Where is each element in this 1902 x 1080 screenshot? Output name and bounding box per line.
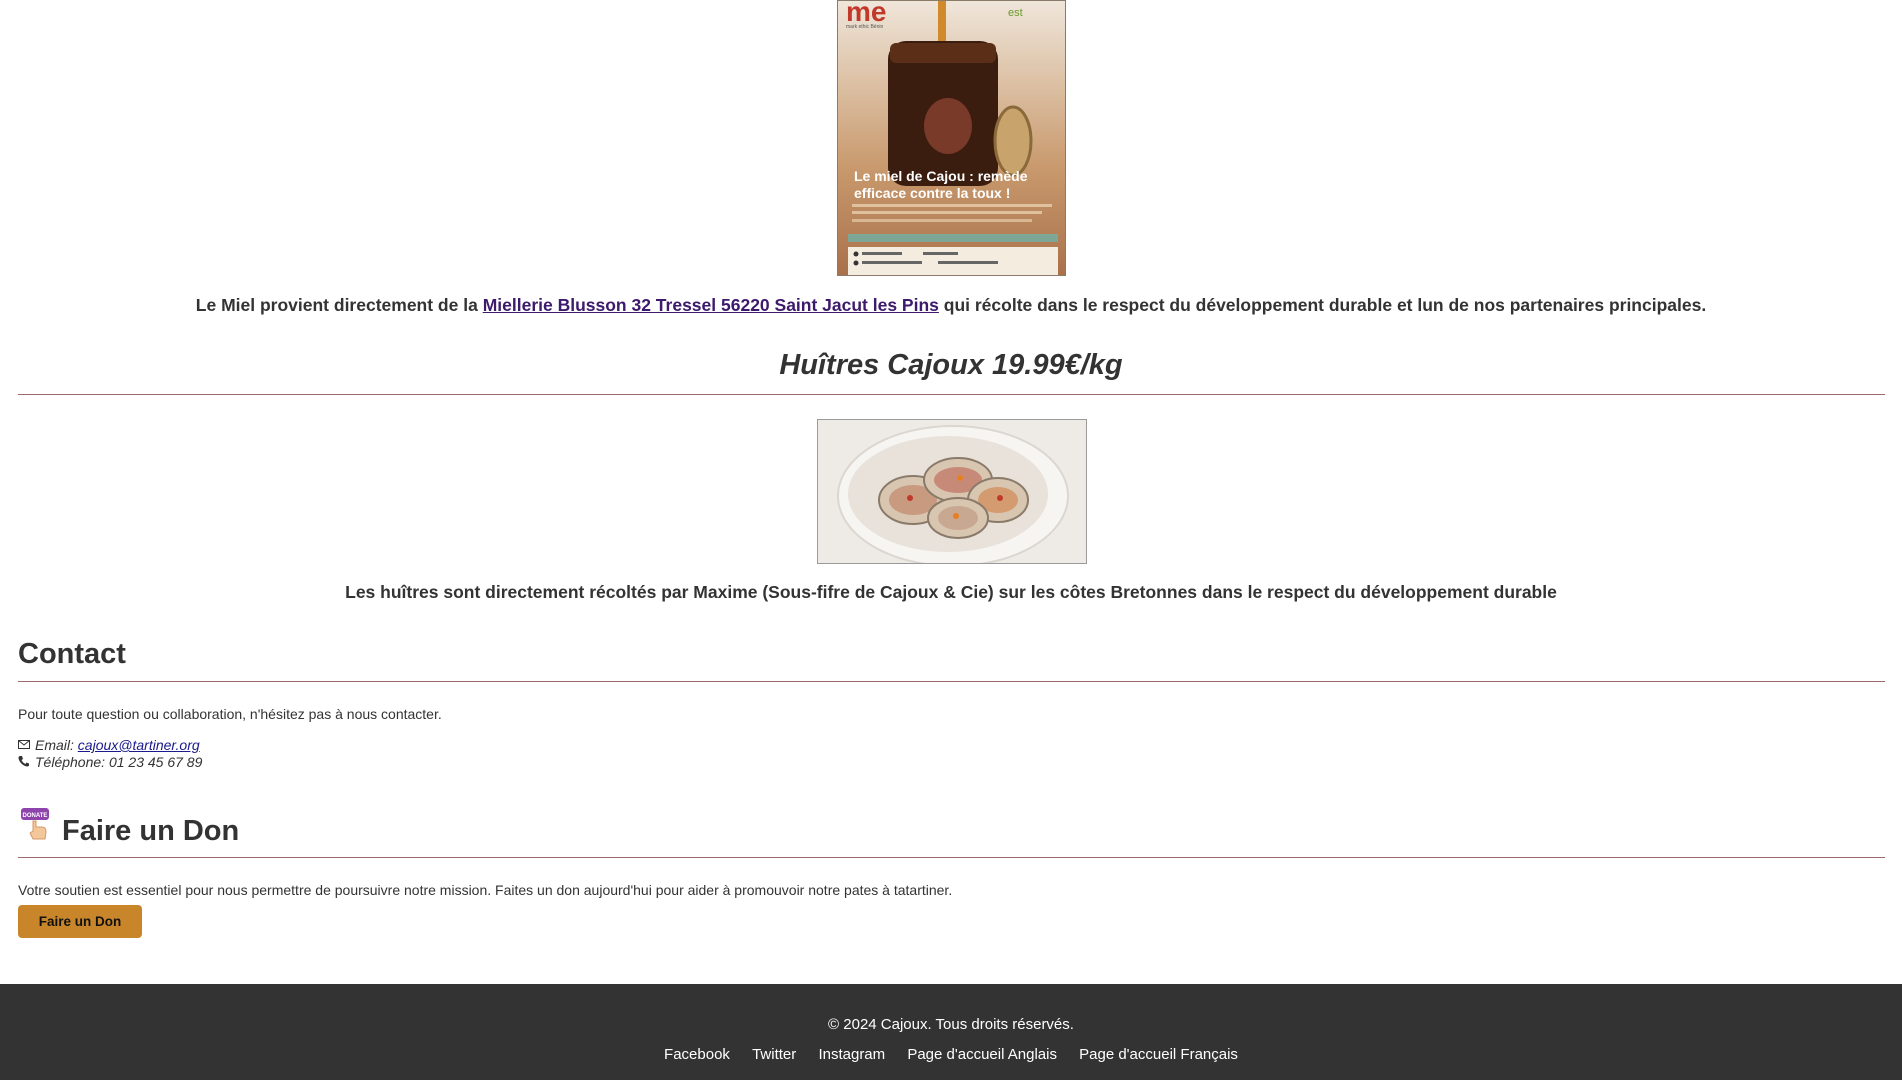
email-line: Email: cajoux@tartiner.org — [18, 737, 200, 753]
honey-caption-text-end: qui récolte dans le respect du développe… — [938, 295, 1707, 315]
phone-icon — [18, 754, 30, 770]
footer: © 2024 Cajoux. Tous droits réservés. Fac… — [0, 984, 1902, 1080]
footer-links: Facebook Twitter Instagram Page d'accuei… — [0, 1046, 1902, 1063]
poster-brand-small: mark ethic Bénin — [846, 24, 883, 30]
footer-link-instagram[interactable]: Instagram — [818, 1046, 885, 1063]
miellerie-link[interactable]: Miellerie Blusson 32 Tressel 56220 Saint… — [483, 295, 939, 315]
footer-link-home-french[interactable]: Page d'accueil Français — [1079, 1046, 1238, 1063]
phone-text: Téléphone: 01 23 45 67 89 — [35, 754, 203, 770]
divider — [18, 681, 1885, 682]
poster-headline-2: efficace contre la toux ! — [854, 185, 1010, 201]
divider — [18, 394, 1885, 395]
oyster-image — [817, 419, 1087, 564]
footer-link-facebook[interactable]: Facebook — [664, 1046, 730, 1063]
oyster-caption: Les huîtres sont directement récoltés pa… — [345, 582, 1557, 602]
contact-heading: Contact — [18, 638, 126, 670]
donate-heading: Faire un Don — [62, 815, 240, 847]
envelope-icon — [18, 737, 30, 753]
svg-text:DONATE: DONATE — [23, 813, 48, 819]
oyster-product-title: Huîtres Cajoux 19.99€/kg — [779, 349, 1123, 381]
honey-caption-text: Le Miel provient directement de la — [195, 295, 483, 315]
divider — [18, 857, 1885, 858]
poster-headline-1: Le miel de Cajou : remède — [854, 168, 1028, 184]
honey-poster-image: me mark ethic Bénin est Le miel de Cajou… — [837, 0, 1066, 276]
donate-button[interactable]: Faire un Don — [18, 905, 142, 938]
footer-link-twitter[interactable]: Twitter — [752, 1046, 796, 1063]
phone-line: Téléphone: 01 23 45 67 89 — [18, 754, 202, 770]
contact-intro: Pour toute question ou collaboration, n'… — [18, 706, 442, 722]
poster-partner-logo: est — [1008, 7, 1023, 19]
copyright: © 2024 Cajoux. Tous droits réservés. — [828, 1016, 1074, 1033]
email-label: Email: — [35, 737, 78, 753]
footer-link-home-english[interactable]: Page d'accueil Anglais — [907, 1046, 1057, 1063]
email-link[interactable]: cajoux@tartiner.org — [78, 737, 200, 753]
honey-caption: Le Miel provient directement de la Miell… — [0, 295, 1902, 316]
donate-hand-icon: DONATE — [20, 807, 52, 841]
donate-text: Votre soutien est essentiel pour nous pe… — [18, 882, 953, 898]
